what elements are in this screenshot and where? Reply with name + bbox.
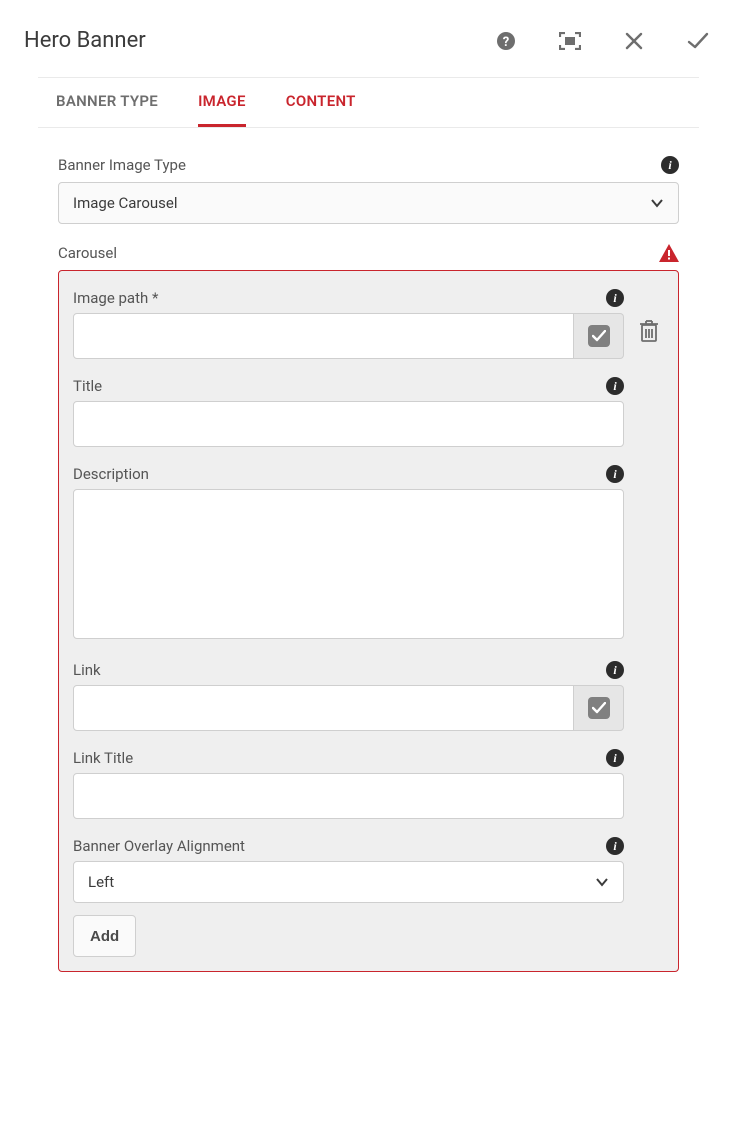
- tab-list: BANNER TYPE IMAGE CONTENT: [56, 78, 681, 127]
- tab-banner-type[interactable]: BANNER TYPE: [56, 92, 158, 127]
- title-input[interactable]: [73, 401, 624, 447]
- dialog-title: Hero Banner: [24, 28, 146, 53]
- svg-text:?: ?: [503, 35, 509, 50]
- chevron-down-icon: [650, 196, 664, 210]
- carousel-label: Carousel: [58, 244, 117, 262]
- alignment-select[interactable]: Left: [73, 861, 624, 903]
- check-icon: [588, 325, 610, 347]
- image-path-label: Image path *: [73, 289, 158, 307]
- carousel-multifield: Image path * i: [58, 270, 679, 972]
- description-input[interactable]: [73, 489, 624, 639]
- link-label: Link: [73, 661, 101, 679]
- help-icon[interactable]: ?: [495, 30, 517, 52]
- banner-image-type-label: Banner Image Type: [58, 156, 186, 174]
- fullscreen-icon[interactable]: [559, 30, 581, 52]
- carousel-item: Image path * i: [73, 289, 664, 909]
- info-icon[interactable]: i: [606, 661, 624, 679]
- chevron-down-icon: [595, 875, 609, 889]
- description-label: Description: [73, 465, 149, 483]
- banner-image-type-select[interactable]: Image Carousel: [58, 182, 679, 224]
- info-icon[interactable]: i: [661, 156, 679, 174]
- close-icon[interactable]: [623, 30, 645, 52]
- tab-content[interactable]: CONTENT: [286, 92, 356, 127]
- info-icon[interactable]: i: [606, 465, 624, 483]
- info-icon[interactable]: i: [606, 837, 624, 855]
- link-input[interactable]: [73, 685, 574, 731]
- tab-image[interactable]: IMAGE: [198, 92, 246, 127]
- add-button[interactable]: Add: [73, 915, 136, 957]
- alignment-value: Left: [88, 873, 114, 891]
- info-icon[interactable]: i: [606, 749, 624, 767]
- link-picker-button[interactable]: [574, 685, 624, 731]
- link-title-input[interactable]: [73, 773, 624, 819]
- header-actions: ?: [495, 30, 709, 52]
- warning-icon: [659, 244, 679, 262]
- image-path-picker-button[interactable]: [574, 313, 624, 359]
- delete-item-button[interactable]: [638, 319, 664, 343]
- check-icon: [588, 697, 610, 719]
- info-icon[interactable]: i: [606, 289, 624, 307]
- link-title-label: Link Title: [73, 749, 133, 767]
- banner-image-type-value: Image Carousel: [73, 194, 178, 212]
- info-icon[interactable]: i: [606, 377, 624, 395]
- alignment-label: Banner Overlay Alignment: [73, 837, 245, 855]
- image-path-input[interactable]: [73, 313, 574, 359]
- title-label: Title: [73, 377, 102, 395]
- confirm-icon[interactable]: [687, 30, 709, 52]
